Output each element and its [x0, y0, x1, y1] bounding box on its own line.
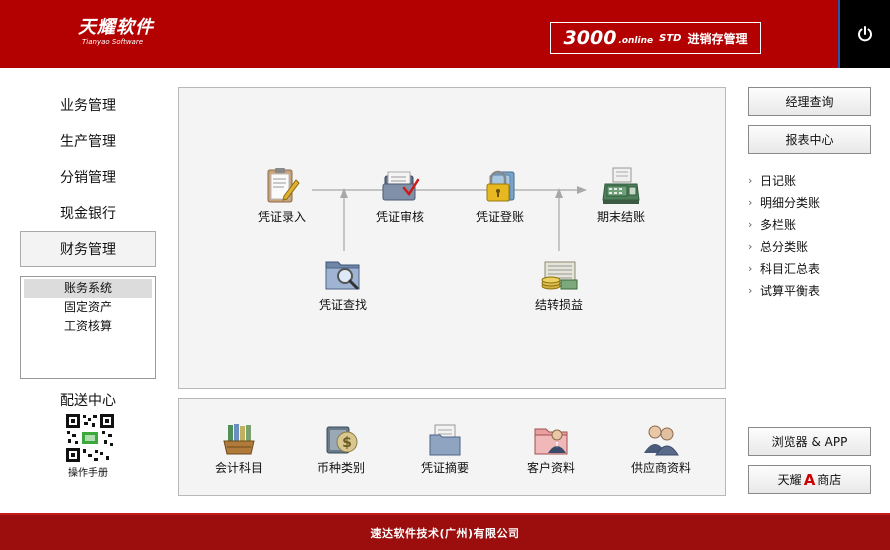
- folder-document-icon: [429, 424, 461, 456]
- sidebar-item-cash-bank[interactable]: 现金银行: [20, 195, 156, 231]
- product-number: 3000: [563, 27, 617, 49]
- link-journal[interactable]: › 日记账: [748, 170, 871, 192]
- voucher-entry-button[interactable]: 凭证录入: [237, 166, 327, 225]
- link-label: 试算平衡表: [760, 284, 821, 298]
- master-data-panel: 会计科目 $ 币种类别 凭证摘要 客户资料 供应商资料: [178, 398, 726, 496]
- qr-code-icon[interactable]: [66, 414, 114, 462]
- voucher-search-label: 凭证查找: [318, 298, 367, 312]
- link-detail-ledger[interactable]: › 明细分类账: [748, 192, 871, 214]
- link-multi-column[interactable]: › 多栏账: [748, 214, 871, 236]
- flow-arrows: [312, 186, 587, 251]
- clipboard-pencil-icon: [267, 168, 300, 203]
- money-stack-icon: [541, 261, 578, 290]
- currency-icon: $: [326, 426, 358, 454]
- customer-folder-icon: [534, 428, 568, 455]
- folder-search-icon: [325, 261, 360, 290]
- voucher-review-label: 凭证审核: [375, 210, 424, 224]
- customers-label: 客户资料: [526, 461, 575, 475]
- voucher-review-button[interactable]: 凭证审核: [355, 166, 445, 225]
- product-title: 进销存管理: [687, 31, 748, 46]
- carry-forward-button[interactable]: 结转损益: [514, 254, 604, 313]
- customers-button[interactable]: 客户资料: [506, 421, 596, 476]
- manager-query-button[interactable]: 经理查询: [748, 87, 871, 116]
- submenu-item-fixed-assets[interactable]: 固定资产: [24, 298, 152, 317]
- voucher-summary-button[interactable]: 凭证摘要: [400, 421, 490, 476]
- sidebar-item-business[interactable]: 业务管理: [20, 87, 156, 123]
- currency-label: 币种类别: [316, 461, 365, 475]
- store-suffix: 商店: [817, 473, 842, 487]
- submenu-item-accounting[interactable]: 账务系统: [24, 279, 152, 298]
- product-online: .online: [618, 36, 654, 46]
- chevron-right-icon: ›: [748, 174, 753, 187]
- voucher-flow-panel: 凭证录入 凭证审核 凭证登账 期末结账 凭证查找 结转损益: [178, 87, 726, 389]
- voucher-post-button[interactable]: 凭证登账: [455, 166, 545, 225]
- svg-text:$: $: [342, 435, 352, 451]
- chevron-right-icon: ›: [748, 196, 753, 209]
- period-close-label: 期末结账: [596, 210, 645, 224]
- currency-button[interactable]: $ 币种类别: [296, 421, 386, 476]
- store-button[interactable]: 天耀 A 商店: [748, 465, 871, 494]
- link-label: 科目汇总表: [760, 262, 821, 276]
- store-logo-a: A: [803, 470, 816, 489]
- voucher-post-label: 凭证登账: [475, 210, 524, 224]
- voucher-search-button[interactable]: 凭证查找: [298, 254, 388, 313]
- link-label: 总分类账: [760, 240, 809, 254]
- carry-forward-label: 结转损益: [534, 298, 583, 312]
- books-basket-icon: [223, 424, 255, 455]
- period-close-button[interactable]: 期末结账: [576, 166, 666, 225]
- user-manual-link[interactable]: 操作手册: [20, 464, 156, 479]
- store-prefix: 天耀: [777, 473, 802, 487]
- cash-register-icon: [602, 167, 640, 204]
- chevron-right-icon: ›: [748, 284, 753, 297]
- chevron-right-icon: ›: [748, 218, 753, 231]
- logo-en: Tianyao Software: [82, 38, 144, 46]
- browser-app-button[interactable]: 浏览器 & APP: [748, 427, 871, 456]
- ledger-links: › 日记账 › 明细分类账 › 多栏账 › 总分类账 › 科目汇总表 › 试算平衡表: [748, 170, 871, 302]
- brand-logo: 天耀软件 Tianyao Software: [78, 18, 154, 47]
- product-std: STD: [659, 32, 682, 44]
- report-center-button[interactable]: 报表中心: [748, 125, 871, 154]
- power-button[interactable]: [838, 0, 890, 68]
- submenu-item-payroll[interactable]: 工资核算: [24, 317, 152, 336]
- link-general-ledger[interactable]: › 总分类账: [748, 236, 871, 258]
- accounts-button[interactable]: 会计科目: [194, 421, 284, 476]
- logo-cn: 天耀软件: [78, 17, 154, 38]
- voucher-summary-label: 凭证摘要: [420, 461, 469, 475]
- sidebar-item-production[interactable]: 生产管理: [20, 123, 156, 159]
- sidebar-item-distribution[interactable]: 分销管理: [20, 159, 156, 195]
- delivery-center-link[interactable]: 配送中心: [20, 390, 156, 410]
- suppliers-button[interactable]: 供应商资料: [616, 421, 706, 476]
- folder-check-icon: [382, 171, 420, 201]
- chevron-right-icon: ›: [748, 240, 753, 253]
- suppliers-label: 供应商资料: [630, 461, 691, 475]
- link-account-summary[interactable]: › 科目汇总表: [748, 258, 871, 280]
- accounts-label: 会计科目: [214, 461, 263, 475]
- company-name: 速达软件技术(广州)有限公司: [370, 526, 520, 540]
- link-trial-balance[interactable]: › 试算平衡表: [748, 280, 871, 302]
- app-header: 天耀软件 Tianyao Software 3000 .online STD 进…: [0, 0, 890, 68]
- finance-submenu: 账务系统 固定资产 工资核算: [20, 276, 156, 379]
- link-label: 明细分类账: [760, 196, 821, 210]
- power-icon: [858, 26, 872, 42]
- suppliers-people-icon: [644, 425, 679, 456]
- app-footer: 速达软件技术(广州)有限公司: [0, 513, 890, 550]
- sidebar-item-finance[interactable]: 财务管理: [20, 231, 156, 267]
- product-banner: 3000 .online STD 进销存管理: [550, 22, 761, 54]
- link-label: 多栏账: [760, 218, 797, 232]
- folder-lock-icon: [486, 170, 515, 202]
- voucher-entry-label: 凭证录入: [257, 210, 306, 224]
- chevron-right-icon: ›: [748, 262, 753, 275]
- link-label: 日记账: [760, 174, 797, 188]
